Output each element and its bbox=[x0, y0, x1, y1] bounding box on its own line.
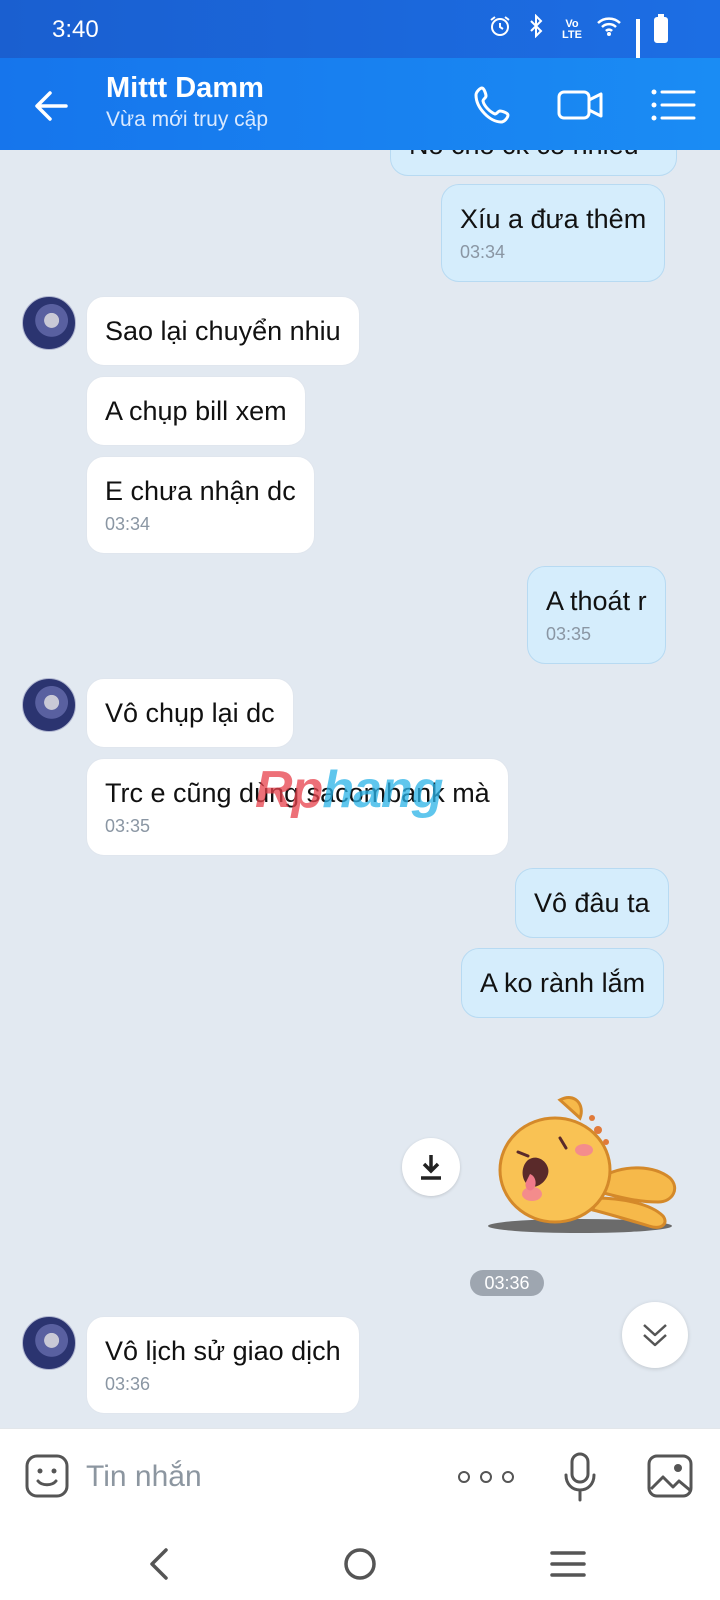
system-back-button[interactable] bbox=[138, 1542, 182, 1586]
chat-header: Mittt Damm Vừa mới truy cập bbox=[0, 58, 720, 150]
contact-status: Vừa mới truy cập bbox=[106, 108, 269, 131]
volte-icon: Vo LTE bbox=[562, 18, 582, 41]
message-received[interactable]: Vô lịch sử giao dịch 03:36 bbox=[86, 1316, 360, 1414]
message-received[interactable]: E chưa nhận dc 03:34 bbox=[86, 456, 315, 554]
sticker-time-badge: 03:36 bbox=[470, 1270, 544, 1296]
message-text: A chụp bill xem bbox=[105, 396, 287, 426]
message-composer bbox=[0, 1428, 720, 1524]
message-time: 03:35 bbox=[105, 816, 151, 836]
video-call-button[interactable] bbox=[556, 80, 606, 130]
message-sent[interactable]: A thoát r 03:35 bbox=[527, 566, 666, 664]
message-received[interactable]: A chụp bill xem bbox=[86, 376, 306, 446]
message-received[interactable]: Vô chụp lại dc bbox=[86, 678, 294, 748]
system-nav-bar bbox=[0, 1524, 720, 1600]
message-text: E chưa nhận dc bbox=[105, 476, 296, 506]
scroll-to-bottom-button[interactable] bbox=[622, 1302, 688, 1368]
message-time: 03:34 bbox=[105, 514, 151, 534]
signal-icon bbox=[636, 19, 640, 71]
contact-avatar[interactable] bbox=[22, 296, 76, 350]
message-text: A thoát r bbox=[546, 586, 647, 616]
emoji-button[interactable] bbox=[24, 1453, 70, 1499]
image-picker-button[interactable] bbox=[646, 1453, 694, 1499]
status-icons: Vo LTE bbox=[488, 13, 668, 71]
bluetooth-icon bbox=[526, 13, 548, 46]
message-text: Vô đâu ta bbox=[534, 888, 650, 918]
contact-name[interactable]: Mittt Damm bbox=[106, 72, 264, 105]
contact-avatar[interactable] bbox=[22, 1316, 76, 1370]
message-time: 03:34 bbox=[460, 242, 506, 262]
message-sent[interactable]: Xíu a đưa thêm 03:34 bbox=[441, 184, 666, 282]
message-received[interactable]: Sao lại chuyển nhiu bbox=[86, 296, 360, 366]
message-list[interactable]: Nó cho ck có nhiều Xíu a đưa thêm 03:34 … bbox=[0, 150, 720, 1428]
system-home-button[interactable] bbox=[338, 1542, 382, 1586]
menu-button[interactable] bbox=[648, 80, 698, 130]
battery-icon bbox=[654, 14, 668, 43]
wifi-icon bbox=[596, 15, 622, 45]
message-sent[interactable]: Vô đâu ta bbox=[515, 868, 669, 938]
microphone-button[interactable] bbox=[562, 1451, 598, 1503]
message-sent[interactable]: Nó cho ck có nhiều bbox=[390, 150, 677, 176]
message-text: Vô chụp lại dc bbox=[105, 698, 275, 728]
message-text: Vô lịch sử giao dịch bbox=[105, 1336, 341, 1366]
message-text: Nó cho ck có nhiều bbox=[409, 150, 639, 160]
download-sticker-button[interactable] bbox=[402, 1138, 460, 1196]
message-received[interactable]: Trc e cũng dùng sacombank mà 03:35 bbox=[86, 758, 509, 856]
voice-call-button[interactable] bbox=[468, 80, 518, 130]
message-time: 03:36 bbox=[105, 1374, 151, 1394]
system-recents-button[interactable] bbox=[546, 1542, 590, 1586]
message-text: Xíu a đưa thêm bbox=[460, 204, 647, 234]
message-sent[interactable]: A ko rành lắm bbox=[461, 948, 665, 1018]
more-options-button[interactable] bbox=[458, 1455, 514, 1499]
status-time: 3:40 bbox=[52, 16, 99, 43]
alarm-icon bbox=[488, 14, 512, 46]
message-input[interactable] bbox=[86, 1453, 426, 1501]
message-text: A ko rành lắm bbox=[480, 968, 646, 998]
message-text: Trc e cũng dùng sacombank mà bbox=[105, 778, 490, 808]
back-button[interactable] bbox=[28, 82, 76, 130]
sleeping-bunny-sticker[interactable] bbox=[480, 1090, 680, 1240]
status-bar: 3:40 Vo LTE bbox=[0, 0, 720, 71]
message-time: 03:35 bbox=[546, 624, 592, 644]
contact-avatar[interactable] bbox=[22, 678, 76, 732]
message-text: Sao lại chuyển nhiu bbox=[105, 316, 341, 346]
